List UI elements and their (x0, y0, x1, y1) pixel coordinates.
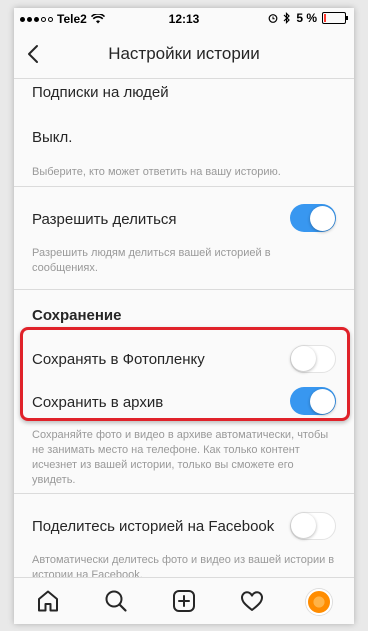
save-to-archive-hint: Сохраняйте фото и видео в архиве автомат… (32, 429, 329, 486)
add-post-icon[interactable] (171, 588, 197, 614)
status-bar: Tele2 12:13 5 % (14, 8, 354, 30)
profile-avatar[interactable] (306, 589, 332, 615)
saving-section-title: Сохранение (32, 307, 122, 324)
home-icon[interactable] (35, 588, 61, 614)
page-title: Настройки истории (108, 44, 260, 63)
navigation-bar: Настройки истории (14, 30, 354, 79)
allow-sharing-label: Разрешить делиться (32, 211, 177, 228)
replies-title: Подписки на людей (32, 84, 169, 101)
share-to-facebook-label: Поделитесь историей на Facebook (32, 518, 275, 535)
replies-hint: Выберите, кто может ответить на вашу ист… (32, 166, 281, 178)
allow-sharing-hint: Разрешить людям делиться вашей историей … (32, 247, 271, 274)
battery-icon (322, 12, 348, 24)
share-to-facebook-toggle[interactable] (290, 512, 336, 540)
battery-percent: 5 % (296, 11, 317, 25)
bluetooth-icon (283, 12, 291, 24)
search-icon[interactable] (103, 588, 129, 614)
highlight-frame (20, 327, 350, 421)
alarm-icon (268, 14, 278, 23)
divider (14, 186, 354, 187)
divider (14, 493, 354, 494)
phone-screen: Tele2 12:13 5 % Настройки истории Подпис… (14, 8, 354, 624)
allow-sharing-toggle[interactable] (290, 204, 336, 232)
heart-icon[interactable] (239, 588, 265, 614)
bottom-tab-bar (14, 577, 354, 624)
replies-value[interactable]: Выкл. (32, 129, 72, 146)
divider (14, 289, 354, 290)
